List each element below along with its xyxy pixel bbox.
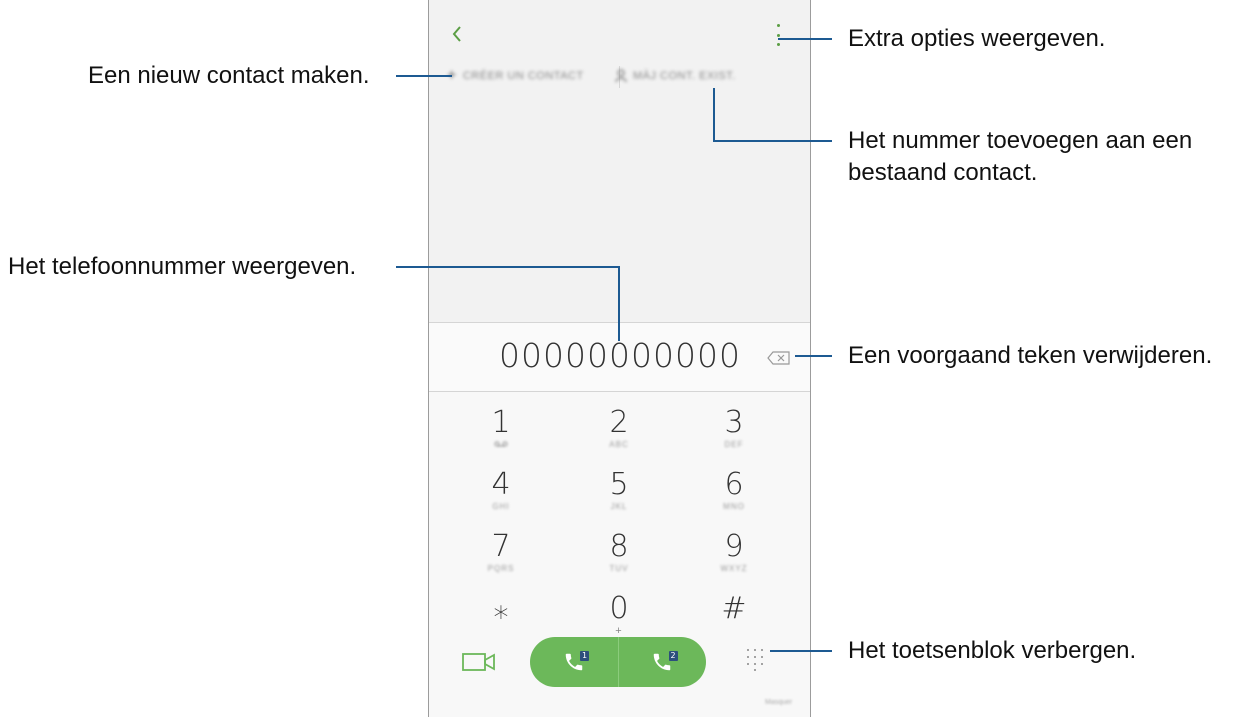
- key-8[interactable]: 8 TUV: [559, 516, 679, 576]
- key-letters: TUV: [609, 564, 629, 573]
- key-digit: #: [721, 591, 747, 626]
- key-digit: 9: [724, 529, 744, 564]
- call-sim2-button[interactable]: 2: [617, 637, 707, 687]
- key-4[interactable]: 4 GHI: [441, 454, 561, 514]
- backspace-icon: [767, 351, 790, 365]
- hide-keypad-button[interactable]: [747, 649, 767, 671]
- key-digit: 2: [609, 405, 629, 440]
- leader-line-existing-v: [713, 88, 715, 142]
- key-letters: WXYZ: [720, 564, 748, 573]
- key-digit: 6: [724, 467, 744, 502]
- video-call-button[interactable]: [461, 647, 497, 677]
- key-5[interactable]: 5 JKL: [559, 454, 679, 514]
- key-letters: JKL: [610, 502, 628, 511]
- leader-line-delete: [795, 355, 832, 357]
- create-contact-button[interactable]: + CRÉER UN CONTACT: [447, 62, 584, 90]
- key-letters: DEF: [724, 440, 744, 449]
- key-letters: [674, 626, 794, 636]
- sim2-badge: 2: [668, 651, 678, 661]
- key-digit: 4: [491, 467, 511, 502]
- leader-line-create: [396, 75, 452, 77]
- call-buttons: 1 2: [530, 637, 706, 687]
- call-sim1-button[interactable]: 1: [530, 637, 618, 687]
- key-hash[interactable]: #: [674, 578, 794, 638]
- sim1-badge: 1: [580, 651, 589, 661]
- key-9[interactable]: 9 WXYZ: [674, 516, 794, 576]
- callout-create-contact: Een nieuw contact maken.: [88, 62, 370, 89]
- leader-line-hide: [770, 650, 832, 652]
- person-icon: [615, 69, 627, 83]
- key-7[interactable]: 7 PQRS: [441, 516, 561, 576]
- key-digit: 5: [609, 467, 629, 502]
- update-contact-button[interactable]: MÀJ CONT. EXIST.: [615, 62, 736, 90]
- key-0[interactable]: 0 +: [559, 578, 679, 638]
- leader-line-more: [778, 38, 832, 40]
- key-digit: ⁎: [493, 591, 509, 626]
- hide-keypad-label: Masquer: [765, 699, 793, 706]
- dialer-bottom-bar: 1 2 Masquer: [429, 637, 810, 717]
- key-3[interactable]: 3 DEF: [674, 392, 794, 452]
- backspace-button[interactable]: [767, 351, 791, 365]
- key-digit: 0: [609, 591, 629, 626]
- create-contact-label: CRÉER UN CONTACT: [462, 70, 584, 82]
- leader-line-existing-h: [713, 140, 832, 142]
- key-plus: +: [615, 625, 623, 637]
- contact-actions: + CRÉER UN CONTACT MÀJ CONT. EXIST.: [429, 62, 810, 90]
- key-1[interactable]: 1: [441, 392, 561, 452]
- back-button[interactable]: [445, 20, 469, 48]
- key-2[interactable]: 2 ABC: [559, 392, 679, 452]
- callout-add-existing-1: Het nummer toevoegen aan een: [848, 127, 1193, 154]
- key-letters: GHI: [492, 502, 510, 511]
- video-camera-icon: [462, 653, 495, 671]
- more-options-button[interactable]: [769, 22, 787, 48]
- update-contact-label: MÀJ CONT. EXIST.: [633, 70, 736, 82]
- key-letters: PQRS: [487, 564, 515, 573]
- phone-number: 00000000000: [499, 336, 741, 375]
- key-digit: 7: [491, 529, 511, 564]
- callout-add-existing-2: bestaand contact.: [848, 159, 1038, 186]
- leader-line-number-h: [396, 266, 619, 268]
- callout-more-options: Extra opties weergeven.: [848, 25, 1106, 52]
- key-letters: MNO: [723, 502, 745, 511]
- phone-screen: + CRÉER UN CONTACT MÀJ CONT. EXIST. 0000…: [428, 0, 811, 717]
- callout-show-number: Het telefoonnummer weergeven.: [8, 253, 357, 280]
- key-star[interactable]: ⁎: [441, 578, 561, 638]
- dial-keypad: 1 2 ABC 3 DEF 4 GHI 5 JKL 6 MNO 7 PQRS 8…: [429, 392, 810, 637]
- callout-delete-char: Een voorgaand teken verwijderen.: [848, 342, 1213, 369]
- key-digit: 1: [491, 405, 511, 440]
- more-vertical-icon: [776, 24, 780, 27]
- key-letters: ABC: [609, 440, 629, 449]
- chevron-left-icon: [452, 26, 461, 42]
- callout-hide-keypad: Het toetsenblok verbergen.: [848, 637, 1137, 664]
- key-letters: [441, 626, 561, 636]
- voicemail-icon: [441, 440, 561, 450]
- key-digit: 8: [609, 529, 629, 564]
- key-6[interactable]: 6 MNO: [674, 454, 794, 514]
- leader-line-number-v: [618, 266, 620, 341]
- key-digit: 3: [724, 405, 744, 440]
